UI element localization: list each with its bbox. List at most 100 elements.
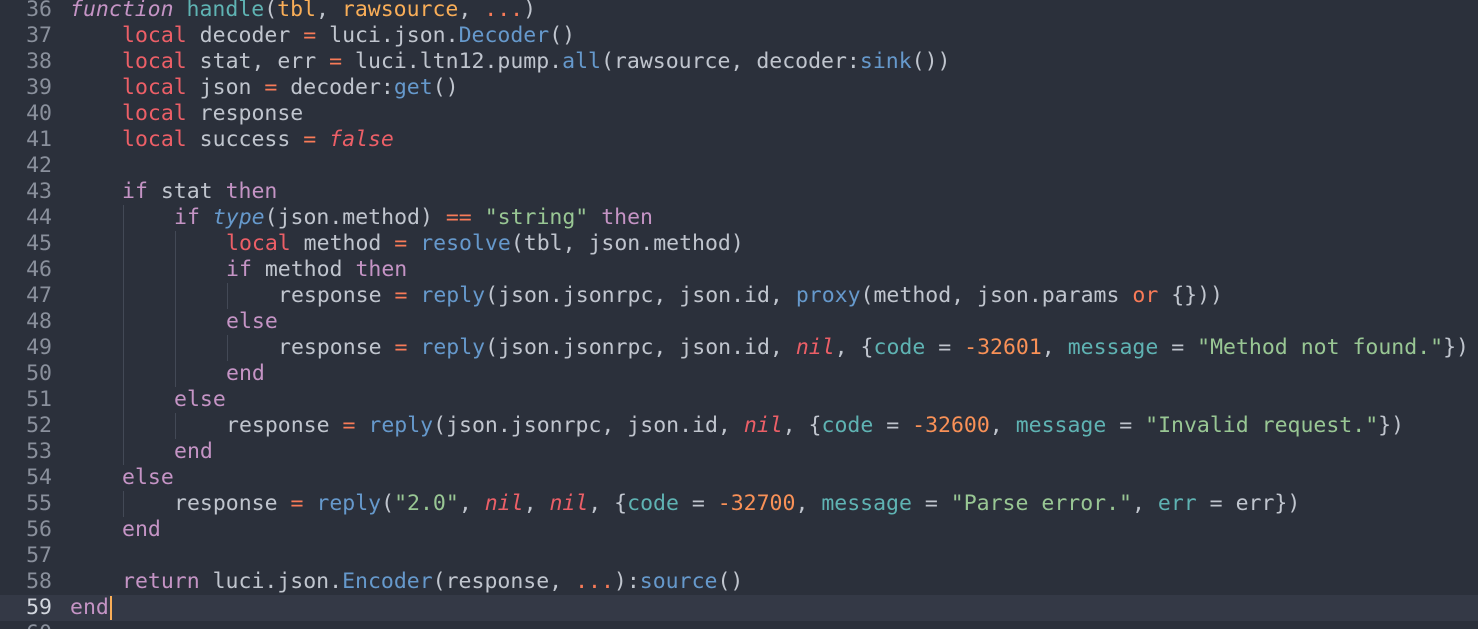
code-token: (json.jsonrpc, json.id,	[485, 283, 796, 308]
code-token: then	[225, 179, 278, 204]
code-text: end	[122, 517, 161, 543]
code-token: "string"	[484, 205, 589, 230]
code-line[interactable]: 50 end	[0, 361, 1478, 387]
line-number: 47	[26, 283, 52, 308]
code-token: =	[329, 49, 343, 74]
code-token: {}))	[1158, 283, 1223, 308]
code-token: Encoder	[342, 569, 433, 594]
line-number: 46	[26, 257, 52, 282]
code-line[interactable]: 53 end	[0, 439, 1478, 465]
line-number: 59	[26, 595, 52, 620]
line-number: 41	[26, 127, 52, 152]
code-line[interactable]: 37 local decoder = luci.json.Decoder()	[0, 23, 1478, 49]
line-number: 60	[0, 621, 52, 629]
code-text: response = reply(json.jsonrpc, json.id, …	[278, 283, 1223, 309]
code-line[interactable]: 39 local json = decoder:get()	[0, 75, 1478, 101]
code-token: nil	[484, 491, 524, 516]
code-token: false	[329, 127, 394, 152]
code-token: reply	[316, 491, 382, 516]
indent-guide	[175, 309, 176, 335]
line-number: 48	[26, 309, 52, 334]
code-text: else	[174, 387, 226, 413]
code-line[interactable]: 43 if stat then	[0, 179, 1478, 205]
code-token: source	[639, 569, 718, 594]
code-token: ()	[717, 569, 744, 594]
code-token: or	[1132, 283, 1159, 308]
code-token: (	[381, 491, 395, 516]
code-token: =	[290, 491, 304, 516]
code-token: =	[303, 127, 317, 152]
code-line[interactable]: 60	[0, 621, 1478, 629]
code-line[interactable]: 48 else	[0, 309, 1478, 335]
code-token: end	[174, 439, 213, 464]
code-text: if method then	[226, 257, 407, 283]
code-line[interactable]: 59 end	[0, 595, 1478, 621]
code-line[interactable]: 36 function handle(tbl, rawsource, ...)	[0, 0, 1478, 23]
code-token: then	[355, 257, 408, 282]
code-line[interactable]: 55 response = reply("2.0", nil, nil, {cod…	[0, 491, 1478, 517]
code-line[interactable]: 54 else	[0, 465, 1478, 491]
code-line[interactable]: 42	[0, 153, 1478, 179]
code-token: proxy	[795, 283, 861, 308]
code-token: json	[186, 75, 265, 100]
code-line[interactable]: 44 if type(json.method) == "string" then	[0, 205, 1478, 231]
indent-guide	[123, 283, 124, 309]
code-token: -32600	[912, 413, 990, 438]
code-token: =	[303, 23, 317, 48]
code-token: message	[1067, 335, 1159, 360]
code-line[interactable]: 45 local method = resolve(tbl, json.metho…	[0, 231, 1478, 257]
code-token: response	[278, 283, 395, 308]
code-line[interactable]: 46 if method then	[0, 257, 1478, 283]
code-token: if	[226, 257, 252, 282]
code-token: =	[394, 283, 408, 308]
code-token: (rawsource, decoder:	[600, 49, 860, 74]
code-token: ...	[484, 0, 524, 22]
code-line[interactable]: 38 local stat, err = luci.ltn12.pump.all(…	[0, 49, 1478, 75]
code-token: response	[226, 413, 343, 438]
code-line[interactable]: 40 local response	[0, 101, 1478, 127]
code-line[interactable]: 52 response = reply(json.jsonrpc, json.id…	[0, 413, 1478, 439]
code-line[interactable]: 47 response = reply(json.jsonrpc, json.id…	[0, 283, 1478, 309]
code-token: message	[821, 491, 912, 516]
code-token: nil	[549, 491, 589, 516]
code-line[interactable]: 41 local success = false	[0, 127, 1478, 153]
line-number: 56	[26, 517, 52, 542]
code-token: , {	[782, 413, 822, 438]
code-editor[interactable]: 36 function handle(tbl, rawsource, ...) 37…	[0, 0, 1478, 629]
code-token: Decoder	[458, 23, 550, 48]
code-token: local	[122, 49, 187, 74]
code-text: local stat, err = luci.ltn12.pump.all(ra…	[122, 49, 951, 75]
indent-guide	[175, 335, 176, 361]
code-text: local method = resolve(tbl, json.method)	[226, 231, 744, 257]
indent-guide	[123, 205, 124, 231]
code-line[interactable]: 58 return luci.json.Encoder(response, ...…	[0, 569, 1478, 595]
code-token: local	[226, 231, 291, 256]
code-token: code	[821, 413, 874, 438]
code-token: end	[70, 595, 109, 620]
code-token: reply	[420, 283, 486, 308]
code-line[interactable]: 49 response = reply(json.jsonrpc, json.id…	[0, 335, 1478, 361]
line-number: 55	[26, 491, 52, 516]
code-line[interactable]: 57	[0, 543, 1478, 569]
line-number: 36	[26, 0, 52, 22]
code-token: =	[1158, 335, 1198, 360]
code-token: err	[1157, 491, 1197, 516]
code-token: ,	[523, 491, 550, 516]
indent-guide	[175, 283, 176, 309]
line-number: 51	[26, 387, 52, 412]
indent-guide	[123, 491, 124, 517]
line-number: 52	[26, 413, 52, 438]
code-token: else	[226, 309, 278, 334]
code-line[interactable]: 51 else	[0, 387, 1478, 413]
code-line[interactable]: 56 end	[0, 517, 1478, 543]
code-text: local json = decoder:get()	[122, 75, 459, 101]
indent-guide	[123, 413, 124, 439]
code-token: =	[342, 413, 356, 438]
indent-guide	[175, 257, 176, 283]
code-token: =	[925, 335, 965, 360]
code-token: nil	[743, 413, 783, 438]
